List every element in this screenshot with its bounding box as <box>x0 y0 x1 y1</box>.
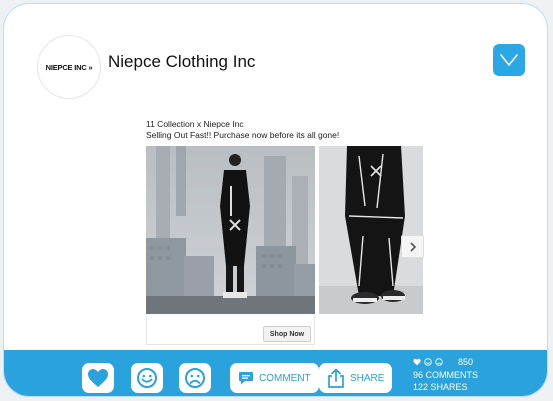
shop-now-button[interactable]: Shop Now <box>263 326 311 342</box>
heart-icon <box>413 358 421 366</box>
logo-text: NIEPCE INC » <box>45 62 93 72</box>
post-caption: 11 Collection x Niepce Inc Selling Out F… <box>146 119 339 140</box>
happy-reaction-button[interactable] <box>131 363 163 393</box>
carousel-next-button[interactable] <box>401 235 424 258</box>
comment-label: COMMENT <box>259 372 311 384</box>
product-photo-1 <box>146 146 315 314</box>
reaction-count: 850 <box>458 357 474 367</box>
smile-icon <box>137 368 157 388</box>
carousel-image-1[interactable] <box>146 146 315 314</box>
comment-bubble-icon <box>239 371 253 384</box>
engagement-stats: 850 96 COMMENTS 122 SHARES <box>413 356 478 394</box>
frown-icon <box>435 358 443 366</box>
caption-line-1: 11 Collection x Niepce Inc <box>146 119 244 129</box>
comment-count[interactable]: 96 COMMENTS <box>413 369 478 382</box>
frown-icon <box>185 368 205 388</box>
reaction-summary[interactable]: 850 <box>413 356 478 369</box>
smile-icon <box>424 358 432 366</box>
share-count[interactable]: 122 SHARES <box>413 381 478 394</box>
chevron-down-icon <box>500 54 518 66</box>
comment-button[interactable]: COMMENT <box>230 363 319 393</box>
like-button[interactable] <box>82 363 114 393</box>
action-bar: COMMENT SHARE 850 96 COMMENTS 122 SHARES <box>4 350 547 396</box>
heart-icon <box>88 369 108 387</box>
share-label: SHARE <box>350 372 385 384</box>
options-button[interactable] <box>493 44 525 76</box>
cta-row: Shop Now <box>146 315 315 345</box>
page-name[interactable]: Niepce Clothing Inc <box>108 52 255 72</box>
caption-line-2: Selling Out Fast!! Purchase now before i… <box>146 129 340 140</box>
post-card: NIEPCE INC » Niepce Clothing Inc 11 Coll… <box>3 3 548 397</box>
sad-reaction-button[interactable] <box>179 363 211 393</box>
carousel-image-2[interactable] <box>319 146 423 314</box>
product-photo-2 <box>319 146 423 314</box>
share-button[interactable]: SHARE <box>319 363 393 393</box>
page-avatar[interactable]: NIEPCE INC » <box>37 35 101 99</box>
chevron-right-icon <box>409 241 416 252</box>
share-icon <box>328 368 344 388</box>
